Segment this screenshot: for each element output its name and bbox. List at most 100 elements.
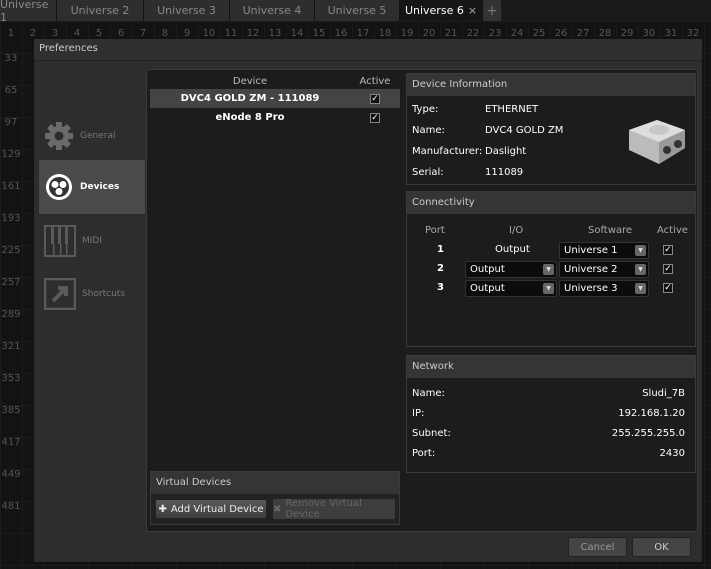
add-virtual-device-button[interactable]: ✚ Add Virtual Device xyxy=(155,499,267,519)
preferences-dialog: Preferences General Devices MIDI Shortcu… xyxy=(33,38,703,563)
remove-icon: ✖ xyxy=(273,503,282,515)
panel-title: Connectivity xyxy=(407,192,695,214)
tab-label: Universe 1 xyxy=(0,0,49,24)
device-information-panel: Device Information Type: ETHERNET Name: DVC… xyxy=(406,73,696,185)
add-tab-button[interactable]: + xyxy=(483,0,501,21)
field-value: ETHERNET xyxy=(485,104,539,115)
field-label: Name: xyxy=(412,125,445,136)
field-value: DVC4 GOLD ZM xyxy=(485,125,564,136)
gear-icon xyxy=(45,122,73,150)
devices-icon xyxy=(46,174,72,200)
tab-universe-3[interactable]: Universe 3 xyxy=(144,0,230,21)
device-row[interactable]: DVC4 GOLD ZM - 111089 ✓ xyxy=(150,89,400,108)
field-label: Type: xyxy=(412,104,439,115)
io-dropdown[interactable]: Output ▼ xyxy=(465,261,557,278)
remove-virtual-device-button[interactable]: ✖ Remove Virtual Device xyxy=(273,498,395,520)
field-value: 2430 xyxy=(659,448,685,459)
device-list: Device Active DVC4 GOLD ZM - 111089 ✓ eNod… xyxy=(150,73,400,469)
row-number: 417 xyxy=(1,437,21,448)
device-image xyxy=(629,120,685,164)
chevron-down-icon: ▼ xyxy=(635,264,646,275)
close-tab-icon[interactable]: × xyxy=(468,4,477,17)
port-active-checkbox[interactable]: ✓ xyxy=(663,283,673,293)
field-label: Subnet: xyxy=(412,428,451,439)
row-number: 161 xyxy=(1,181,21,192)
button-label: Remove Virtual Device xyxy=(285,498,362,520)
port-number: 3 xyxy=(437,282,444,293)
tab-universe-2[interactable]: Universe 2 xyxy=(57,0,144,21)
device-row[interactable]: eNode 8 Pro ✓ xyxy=(150,108,400,127)
port-active-checkbox[interactable]: ✓ xyxy=(663,264,673,274)
dialog-title: Preferences xyxy=(34,39,702,61)
row-number: 225 xyxy=(1,245,21,256)
panel-title: Network xyxy=(407,356,695,378)
field-label: Port: xyxy=(412,448,436,459)
chevron-down-icon: ▼ xyxy=(635,283,646,294)
io-value: Output xyxy=(495,244,530,255)
io-value: Output xyxy=(470,264,505,275)
field-value: Daslight xyxy=(485,146,527,157)
sidebar-item-devices[interactable]: Devices xyxy=(39,160,145,214)
row-number: 33 xyxy=(4,53,18,64)
device-name: eNode 8 Pro xyxy=(215,112,285,123)
row-number: 129 xyxy=(1,149,21,160)
field-value: 255.255.255.0 xyxy=(611,428,685,439)
network-panel: Network Name: Sludi_7B IP: 192.168.1.20 Subn… xyxy=(406,355,696,473)
button-label: Add Virtual Device xyxy=(170,503,264,515)
column-active: Active xyxy=(657,225,688,236)
field-value: Sludi_7B xyxy=(642,388,685,399)
virtual-devices-panel: Virtual Devices ✚ Add Virtual Device ✖ Rem… xyxy=(150,471,400,525)
connectivity-panel: Connectivity Port I/O Software Active 1 O… xyxy=(406,191,696,347)
software-universe-dropdown[interactable]: Universe 3 ▼ xyxy=(559,280,649,297)
port-number: 2 xyxy=(437,263,444,274)
device-active-checkbox[interactable]: ✓ xyxy=(370,112,380,123)
port-active-checkbox[interactable]: ✓ xyxy=(663,245,673,255)
row-number: 65 xyxy=(4,85,18,96)
ok-button[interactable]: OK xyxy=(632,537,691,557)
universe-tabs: Universe 1 Universe 2 Universe 3 Univers… xyxy=(0,0,711,24)
plus-icon: ✚ xyxy=(158,503,167,515)
column-device: Device xyxy=(232,75,268,87)
sidebar-item-shortcuts[interactable]: Shortcuts xyxy=(39,267,145,321)
software-universe-dropdown[interactable]: Universe 2 ▼ xyxy=(559,261,649,278)
field-label: Manufacturer: xyxy=(412,146,483,157)
field-value: 192.168.1.20 xyxy=(618,408,685,419)
tab-universe-6[interactable]: Universe 6 × xyxy=(400,0,483,21)
port-number: 1 xyxy=(437,244,444,255)
panel-title: Device Information xyxy=(407,74,695,96)
tab-label: Universe 3 xyxy=(157,4,216,17)
row-number: 385 xyxy=(1,405,21,416)
panel-title: Virtual Devices xyxy=(151,472,399,494)
software-value: Universe 3 xyxy=(564,283,618,294)
sidebar-label: Shortcuts xyxy=(82,289,126,299)
tab-universe-5[interactable]: Universe 5 xyxy=(315,0,400,21)
row-number: 321 xyxy=(1,341,21,352)
column-port: Port xyxy=(425,225,445,236)
sidebar-label: General xyxy=(80,131,116,141)
column-software: Software xyxy=(588,225,633,236)
tab-universe-1[interactable]: Universe 1 xyxy=(0,0,57,24)
software-value: Universe 1 xyxy=(564,245,618,256)
tab-label: Universe 6 xyxy=(404,4,464,17)
field-label: Name: xyxy=(412,388,445,399)
shortcut-arrow-icon xyxy=(44,278,76,310)
cancel-button[interactable]: Cancel xyxy=(568,537,627,557)
field-label: IP: xyxy=(412,408,425,419)
sidebar-item-general[interactable]: General xyxy=(39,109,145,163)
tab-label: Universe 2 xyxy=(70,4,130,17)
software-universe-dropdown[interactable]: Universe 1 ▼ xyxy=(559,242,649,259)
io-value: Output xyxy=(470,283,505,294)
row-number: 449 xyxy=(1,469,21,480)
row-number: 257 xyxy=(1,277,21,288)
io-dropdown[interactable]: Output ▼ xyxy=(465,280,557,297)
preferences-sidebar: General Devices MIDI Shortcuts xyxy=(39,69,145,529)
chevron-down-icon: ▼ xyxy=(543,283,554,294)
chevron-down-icon: ▼ xyxy=(635,245,646,256)
sidebar-item-midi[interactable]: MIDI xyxy=(39,214,145,268)
row-number: 289 xyxy=(1,309,21,320)
device-active-checkbox[interactable]: ✓ xyxy=(370,93,380,104)
tab-universe-4[interactable]: Universe 4 xyxy=(230,0,315,21)
devices-page: Device Active DVC4 GOLD ZM - 111089 ✓ eNod… xyxy=(146,69,698,532)
software-value: Universe 2 xyxy=(564,264,618,275)
piano-icon xyxy=(44,225,76,257)
